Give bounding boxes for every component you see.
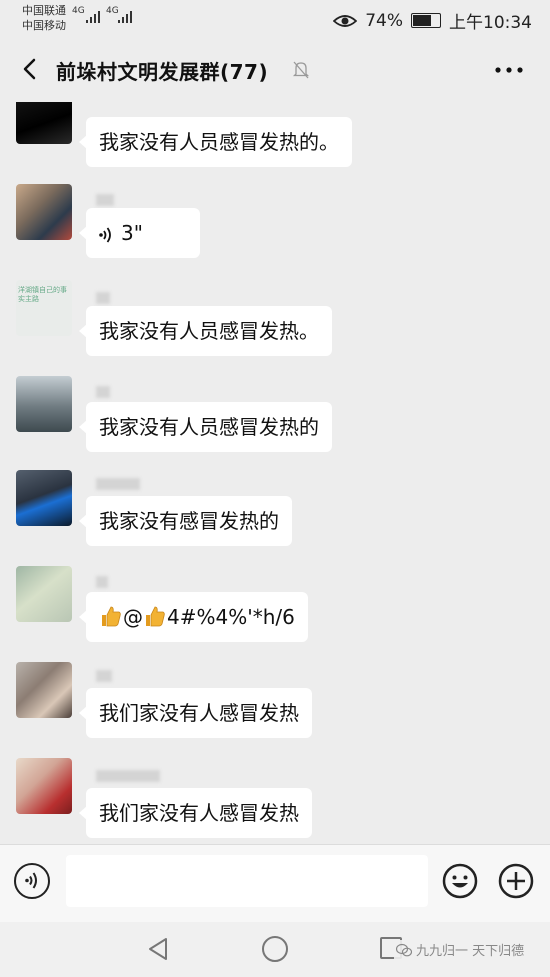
signal-icon [118,11,132,23]
battery-percent: 74% [365,10,403,31]
avatar[interactable] [16,376,72,432]
nav-back-icon[interactable] [146,936,170,962]
avatar[interactable] [16,184,72,240]
sender-name [96,386,110,398]
message-bubble[interactable]: 我家没有人员感冒发热的 [79,402,332,452]
input-bar [0,844,550,923]
sender-name [96,770,160,782]
chat-title: 前垛村文明发展群(77) [56,60,269,84]
avatar[interactable] [16,758,72,814]
nav-home-icon[interactable] [262,936,288,962]
voice-wave-icon [99,226,111,243]
message-input[interactable] [66,855,428,907]
chat-header: 前垛村文明发展群(77) [0,40,550,102]
status-right: 74% 上午10:34 [333,8,532,33]
avatar[interactable] [16,470,72,526]
sender-name [96,194,114,206]
avatar[interactable]: 洋湖镇自己的事 实主路 [16,280,72,336]
chat-messages[interactable]: 我家没有人员感冒发热的。 3" 洋湖镇自己的事 实主路 我家没有人员感冒发热。 我… [0,102,550,844]
avatar[interactable] [16,566,72,622]
thumbs-up-icon [146,606,165,627]
message-bubble[interactable]: 我们家没有人感冒发热 [79,788,312,838]
avatar[interactable] [16,102,72,144]
watermark-text: 九九归一 天下归德 [416,944,525,959]
sender-name [96,478,140,490]
message-tail: 4#%4%'*h/6 [167,605,295,629]
sender-name [96,670,112,682]
carrier-1: 中国联通 [22,4,66,17]
avatar-text: 洋湖镇自己的事 实主路 [18,286,67,303]
voice-message-bubble[interactable]: 3" [79,208,200,258]
carrier-2: 中国移动 [22,19,66,32]
signal-icon [86,11,100,23]
avatar[interactable] [16,662,72,718]
signal-2-label: 4G [106,6,119,16]
sender-name [96,292,110,304]
message-bubble[interactable]: @ 4#%4%'*h/6 [79,592,308,642]
carrier-labels: 中国联通 中国移动 [22,3,66,33]
voice-input-button[interactable] [14,863,50,899]
message-bubble[interactable]: 我们家没有人感冒发热 [79,688,312,738]
clock: 上午10:34 [449,13,532,33]
eye-icon [333,14,358,27]
more-options-icon[interactable] [494,66,524,74]
status-bar: 中国联通 中国移动 4G 4G 74% 上午10:34 [0,0,550,40]
voice-duration: 3" [121,221,143,245]
watermark: 九九归一 天下归德 [394,940,527,959]
mute-bell-icon [292,61,310,79]
wechat-icon [396,943,412,956]
thumbs-up-icon [102,606,121,627]
add-icon[interactable] [498,863,534,899]
message-bubble[interactable]: 我家没有感冒发热的 [79,496,292,546]
system-nav-bar: 九九归一 天下归德 [0,922,550,977]
emoji-icon[interactable] [442,863,478,899]
back-arrow-icon[interactable] [16,54,46,84]
message-bubble[interactable]: 我家没有人员感冒发热。 [79,306,332,356]
voice-wave-icon [25,872,37,889]
signal-1-label: 4G [72,6,85,16]
message-bubble[interactable]: 我家没有人员感冒发热的。 [79,117,352,167]
sender-name [96,576,108,588]
message-at: @ [123,605,143,629]
battery-icon [411,13,441,28]
